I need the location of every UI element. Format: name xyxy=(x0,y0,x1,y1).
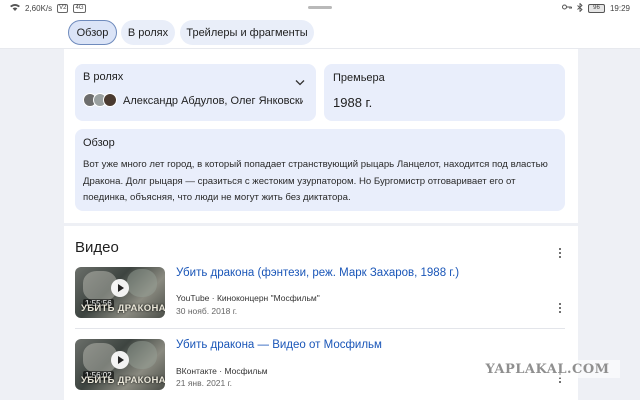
video-date: 21 янв. 2021 г. xyxy=(176,378,233,388)
network-speed: 2,60K/s xyxy=(25,3,53,13)
key-icon xyxy=(561,3,572,13)
divider xyxy=(75,328,565,329)
videos-heading: Видео xyxy=(75,239,119,256)
avatar xyxy=(103,93,117,107)
cast-card-label: В ролях xyxy=(83,71,124,83)
video-thumbnail[interactable]: 1:55:56 УБИТЬ ДРАКОНА xyxy=(75,267,165,318)
tab-trailers[interactable]: Трейлеры и фрагменты xyxy=(180,20,314,45)
tab-bar: Обзор В ролях Трейлеры и фрагменты xyxy=(0,16,640,49)
cast-names: Александр Абдулов, Олег Янковский, ... xyxy=(123,95,303,107)
more-options-icon[interactable] xyxy=(555,302,565,314)
chevron-down-icon[interactable] xyxy=(295,73,305,91)
clock: 19:29 xyxy=(609,3,630,13)
overview-text: Вот уже много лет город, в который попад… xyxy=(83,159,548,203)
more-options-icon[interactable] xyxy=(555,247,565,259)
bluetooth-icon xyxy=(577,1,583,14)
tab-overview[interactable]: Обзор xyxy=(68,20,117,45)
cast-avatars xyxy=(83,93,119,107)
video-source: YouTube · Киноконцерн "Мосфильм" xyxy=(176,293,320,303)
volte-badge: V2 xyxy=(57,3,69,13)
premiere-label: Премьера xyxy=(333,72,385,84)
watermark: YAPLAKAL.COM xyxy=(475,360,620,378)
play-icon xyxy=(111,279,129,297)
thumbnail-text: УБИТЬ ДРАКОНА xyxy=(81,375,165,386)
cast-card[interactable]: В ролях Александр Абдулов, Олег Янковски… xyxy=(75,64,316,121)
play-icon xyxy=(111,351,129,369)
video-date: 30 нояб. 2018 г. xyxy=(176,306,238,316)
video-source: ВКонтакте · Мосфильм xyxy=(176,366,268,376)
overview-label: Обзор xyxy=(83,137,115,149)
video-title-link[interactable]: Убить дракона — Видео от Мосфильм xyxy=(176,339,382,351)
premiere-value: 1988 г. xyxy=(333,95,373,110)
network-badge: 4G xyxy=(73,3,86,13)
overview-card: Обзор Вот уже много лет город, в который… xyxy=(75,129,565,211)
info-panel: В ролях Александр Абдулов, Олег Янковски… xyxy=(64,49,578,223)
tab-cast[interactable]: В ролях xyxy=(121,20,175,45)
wifi-icon xyxy=(10,3,20,13)
battery-icon: 96 xyxy=(587,3,605,13)
video-thumbnail[interactable]: 1:56:02 УБИТЬ ДРАКОНА xyxy=(75,339,165,390)
video-title-link[interactable]: Убить дракона (фэнтези, реж. Марк Захаро… xyxy=(176,267,459,279)
drag-handle[interactable] xyxy=(308,6,332,9)
thumbnail-text: УБИТЬ ДРАКОНА xyxy=(81,303,165,314)
premiere-card: Премьера 1988 г. xyxy=(324,64,565,121)
